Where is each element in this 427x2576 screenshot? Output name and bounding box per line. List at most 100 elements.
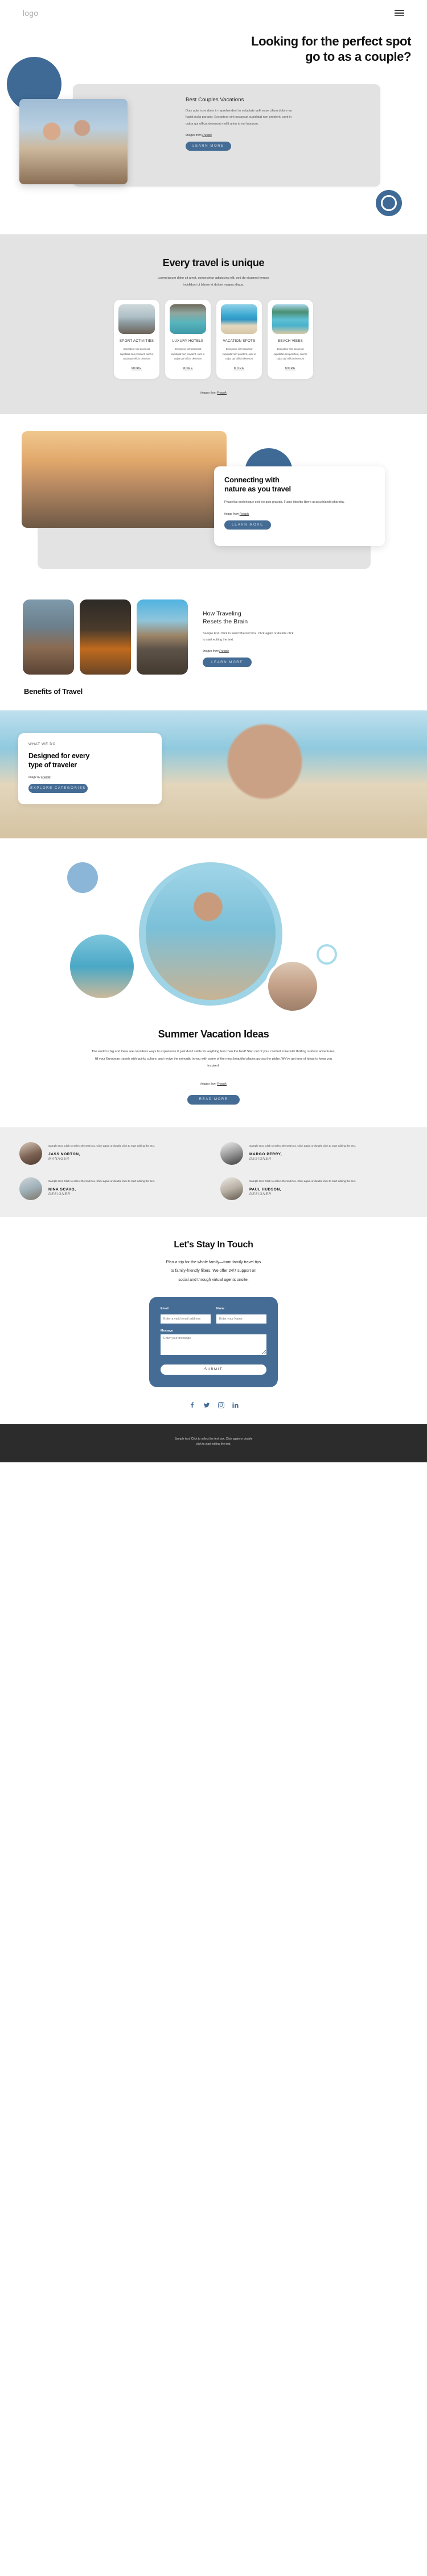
testimonial-role: DESIGNER — [48, 1192, 71, 1197]
designed-section: WHAT WE DO Designed for every type of tr… — [0, 710, 427, 838]
hero-stage: Best Couples Vacations Duis aute irure d… — [0, 56, 427, 216]
freepik-link[interactable]: Freepik — [240, 512, 249, 516]
hero-section: Looking for the perfect spot go to as a … — [0, 26, 427, 234]
message-label: Message — [161, 1329, 173, 1333]
email-input[interactable] — [161, 1314, 211, 1324]
hero-learn-more-button[interactable]: LEARN MORE — [186, 142, 231, 151]
testimonial-name: JASS NORTON, — [48, 1152, 80, 1157]
nature-section: Connecting with nature as you travel Pha… — [0, 414, 427, 590]
unique-section: Every travel is unique Lorem ipsum dolor… — [0, 234, 427, 414]
designed-info-card: WHAT WE DO Designed for every type of tr… — [18, 733, 162, 804]
benefits-image-credit: Images from Freepik — [203, 650, 229, 654]
logo[interactable]: logo — [23, 9, 38, 18]
summer-photo-collage — [0, 859, 427, 1024]
freepik-link[interactable]: Freepik — [217, 1082, 227, 1086]
nature-learn-more-button[interactable]: LEARN MORE — [224, 520, 271, 530]
category-card-more-link[interactable]: MORE — [234, 367, 244, 370]
category-card-title: SPORT ACTIVITIES — [119, 339, 154, 344]
benefits-image — [23, 599, 74, 675]
unique-subtitle: Lorem ipsum dolor sit amet, consectetur … — [157, 276, 270, 287]
testimonial-item: Sample text. Click to select the text bo… — [19, 1142, 207, 1165]
contact-subtitle: Plan a trip for the whole family—from fa… — [166, 1260, 261, 1282]
category-card-image — [221, 304, 257, 334]
page-root: logo Looking for the perfect spot go to … — [0, 0, 427, 1462]
contact-form: Email Name Message SUBMIT — [149, 1296, 278, 1387]
nature-photo — [22, 431, 227, 528]
benefits-image — [80, 599, 131, 675]
explore-categories-button[interactable]: EXPLORE CATEGORIES — [28, 784, 88, 793]
category-card-desc: Excepteur sint occaecat cupidatat non pr… — [222, 348, 256, 361]
testimonial-role: DESIGNER — [249, 1192, 272, 1197]
designed-eyebrow: WHAT WE DO — [28, 742, 56, 746]
hero-card-heading: Best Couples Vacations — [186, 96, 244, 103]
freepik-link[interactable]: Freepik — [219, 650, 229, 653]
category-card-desc: Excepteur sint occaecat cupidatat non pr… — [120, 348, 154, 361]
nature-body: Phasellus scelerisque sed leo quis gravi… — [224, 501, 345, 505]
category-card-desc: Excepteur sint occaecat cupidatat non pr… — [273, 348, 307, 361]
freepik-link[interactable]: Freepik — [202, 134, 212, 137]
avatar — [220, 1177, 243, 1200]
twitter-icon[interactable] — [203, 1402, 210, 1408]
message-textarea[interactable] — [161, 1334, 266, 1355]
summer-image-credit: Images from Freepik — [200, 1082, 227, 1086]
testimonial-item: Sample text. Click to select the text bo… — [220, 1177, 408, 1200]
testimonial-name: PAUL HUDSON, — [249, 1188, 282, 1192]
hero-title-line1: Looking for the perfect spot — [251, 34, 411, 48]
category-card[interactable]: VACATION SPOTS Excepteur sint occaecat c… — [216, 300, 262, 379]
category-card-more-link[interactable]: MORE — [183, 367, 193, 370]
category-card-more-link[interactable]: MORE — [132, 367, 142, 370]
testimonial-item: Sample text. Click to select the text bo… — [220, 1142, 408, 1165]
category-card[interactable]: BEACH VIBES Excepteur sint occaecat cupi… — [268, 300, 313, 379]
category-card[interactable]: LUXURY HOTELS Excepteur sint occaecat cu… — [165, 300, 211, 379]
benefits-body: Sample text. Click to select the text bo… — [203, 632, 294, 642]
summer-photo-family — [146, 866, 276, 1000]
category-card-more-link[interactable]: MORE — [285, 367, 295, 370]
instagram-icon[interactable] — [217, 1401, 224, 1408]
benefits-learn-more-button[interactable]: LEARN MORE — [203, 658, 252, 668]
unique-image-credit: Images from Freepik — [200, 391, 227, 395]
name-label: Name — [216, 1306, 225, 1310]
testimonial-role: MANAGER — [48, 1157, 69, 1161]
testimonial-quote: Sample text. Click to select the text bo… — [48, 1179, 155, 1182]
avatar — [19, 1177, 42, 1200]
submit-button[interactable]: SUBMIT — [161, 1364, 266, 1375]
testimonial-role: DESIGNER — [249, 1157, 272, 1161]
summer-read-more-button[interactable]: READ MORE — [187, 1094, 240, 1105]
avatar — [19, 1142, 42, 1165]
decorative-ring-circle — [376, 189, 402, 216]
summer-body: The world is big and there are countless… — [91, 1049, 336, 1068]
avatar — [220, 1142, 243, 1165]
hero-photo — [19, 98, 128, 184]
testimonial-quote: Sample text. Click to select the text bo… — [249, 1179, 356, 1182]
testimonial-name: NINA SCAVO, — [48, 1188, 76, 1192]
category-card-title: LUXURY HOTELS — [172, 339, 204, 344]
testimonials-section: Sample text. Click to select the text bo… — [0, 1127, 427, 1217]
footer-text: Sample text. Click to select the text bo… — [174, 1437, 253, 1446]
testimonial-item: Sample text. Click to select the text bo… — [19, 1177, 207, 1200]
site-footer: Sample text. Click to select the text bo… — [0, 1424, 427, 1462]
nature-heading: Connecting with nature as you travel — [224, 475, 291, 494]
freepik-link[interactable]: Freepik — [41, 776, 51, 779]
nature-info-card: Connecting with nature as you travel Pha… — [214, 466, 385, 546]
benefits-image — [137, 599, 188, 675]
hero-title: Looking for the perfect spot go to as a … — [0, 26, 427, 65]
name-input[interactable] — [216, 1314, 266, 1324]
freepik-link[interactable]: Freepik — [217, 391, 227, 395]
summer-photo-pool — [67, 931, 137, 1001]
testimonial-quote: Sample text. Click to select the text bo… — [249, 1144, 356, 1147]
category-card-list: SPORT ACTIVITIES Excepteur sint occaecat… — [0, 300, 427, 379]
facebook-icon[interactable] — [189, 1402, 195, 1408]
contact-section: Let's Stay In Touch Plan a trip for the … — [0, 1217, 427, 1424]
social-links — [0, 1401, 427, 1408]
linkedin-icon[interactable] — [232, 1402, 239, 1408]
category-card[interactable]: SPORT ACTIVITIES Excepteur sint occaecat… — [114, 300, 159, 379]
category-card-image — [170, 304, 206, 334]
summer-section: Summer Vacation Ideas The world is big a… — [0, 838, 427, 1127]
unique-title: Every travel is unique — [162, 257, 265, 268]
designed-heading: Designed for every type of traveler — [28, 751, 90, 770]
hero-title-line2: go to as a couple? — [305, 49, 411, 64]
hamburger-icon[interactable] — [395, 10, 404, 16]
nature-image-credit: Image from Freepik — [224, 512, 249, 516]
decorative-ring-cyan — [317, 944, 337, 965]
email-label: Email — [161, 1306, 169, 1310]
